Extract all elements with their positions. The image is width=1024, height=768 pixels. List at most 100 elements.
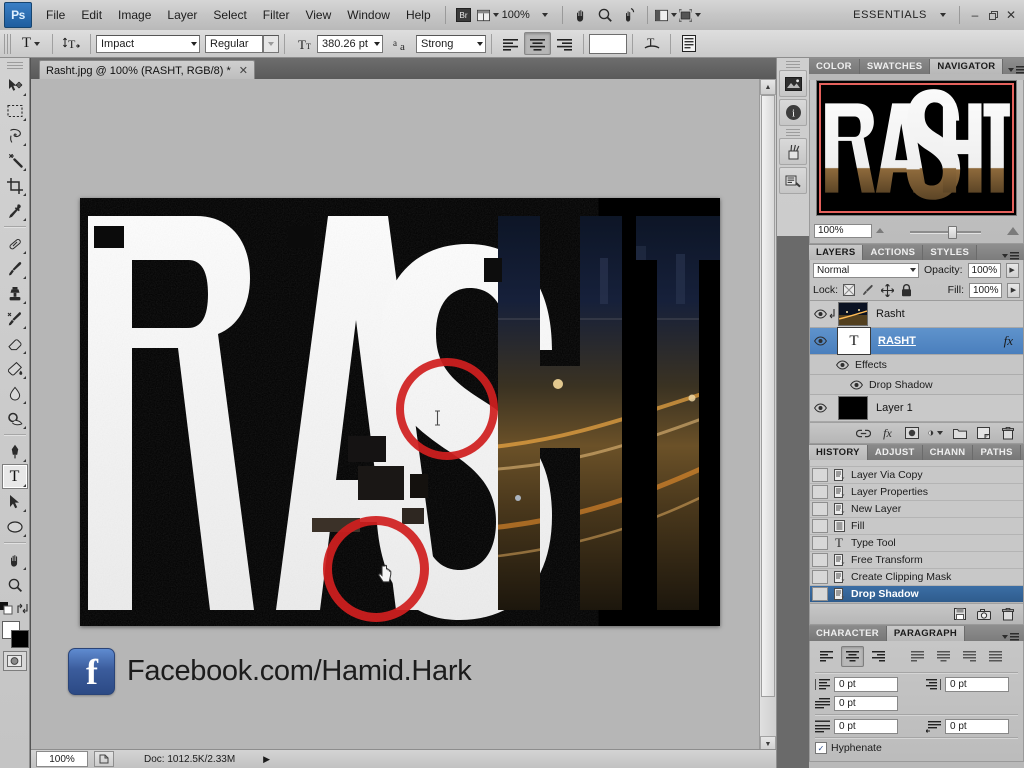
workspace-dropdown[interactable] xyxy=(930,5,952,25)
panel-menu-icon[interactable] xyxy=(997,252,1024,260)
navigator-view-box[interactable] xyxy=(819,83,1014,213)
tab-styles[interactable]: STYLES xyxy=(923,245,978,260)
delete-layer-icon[interactable] xyxy=(1000,426,1015,441)
tool-clone-stamp[interactable] xyxy=(2,281,28,306)
tool-magic-wand[interactable] xyxy=(2,148,28,173)
scroll-up-arrow[interactable]: ▲ xyxy=(760,79,776,95)
info-icon[interactable]: i xyxy=(779,99,807,126)
indent-left-field[interactable]: 0 pt xyxy=(834,677,898,692)
fill-stepper[interactable]: ▶ xyxy=(1007,282,1020,298)
create-document-from-state-icon[interactable] xyxy=(952,607,967,622)
minimize-button[interactable]: – xyxy=(966,6,984,24)
menubar-zoom-dropdown[interactable] xyxy=(533,5,555,25)
font-size-select[interactable]: 380.26 pt xyxy=(317,34,383,53)
layer-effect-drop-shadow-row[interactable]: Drop Shadow xyxy=(810,375,1023,395)
tab-actions[interactable]: ACTIONS xyxy=(863,245,924,260)
justify-last-left-button[interactable] xyxy=(906,646,929,667)
align-text-right-button[interactable] xyxy=(551,32,578,55)
layer-row-rasht-text[interactable]: T RASHT fx xyxy=(810,327,1023,355)
rail-grip[interactable] xyxy=(786,61,800,68)
align-center-button[interactable] xyxy=(841,646,864,667)
layer-effects-row[interactable]: Effects xyxy=(810,355,1023,375)
panel-menu-icon[interactable] xyxy=(997,633,1024,641)
text-color-swatch[interactable] xyxy=(589,33,627,54)
zoom-in-icon[interactable] xyxy=(1007,226,1019,235)
opacity-field[interactable]: 100% xyxy=(967,262,1001,278)
status-zoom-field[interactable]: 100% xyxy=(36,751,88,767)
canvas-vertical-scrollbar[interactable]: ▲ ▼ xyxy=(759,79,776,752)
tool-path-selection[interactable] xyxy=(2,489,28,514)
new-fill-adjustment-layer-icon[interactable] xyxy=(928,426,943,441)
opacity-stepper[interactable]: ▶ xyxy=(1005,262,1019,278)
layer-visibility-icon[interactable] xyxy=(812,399,828,417)
menu-select[interactable]: Select xyxy=(205,4,254,26)
layer-thumbnail[interactable]: T xyxy=(837,327,871,355)
justify-last-right-button[interactable] xyxy=(958,646,981,667)
history-state-toggle[interactable] xyxy=(812,468,828,482)
tool-dodge[interactable] xyxy=(2,406,28,431)
navigator-zoom-field[interactable]: 100% xyxy=(814,223,872,238)
layer-name[interactable]: Rasht xyxy=(876,308,905,320)
drop-shadow-visibility-icon[interactable] xyxy=(848,376,864,394)
zoom-tool-icon[interactable] xyxy=(594,5,616,25)
lock-image-pixels-icon[interactable] xyxy=(862,284,874,296)
options-bar-grip[interactable] xyxy=(4,33,11,54)
lock-transparent-pixels-icon[interactable] xyxy=(843,284,856,296)
font-style-dropdown-arrow[interactable] xyxy=(263,34,279,53)
fill-field[interactable]: 100% xyxy=(969,282,1002,298)
layer-row-layer-1[interactable]: Layer 1 xyxy=(810,395,1023,422)
link-layers-icon[interactable] xyxy=(856,426,871,441)
tool-crop[interactable] xyxy=(2,173,28,198)
tools-panel-grip[interactable] xyxy=(6,62,23,70)
font-family-select[interactable]: Impact xyxy=(96,34,200,53)
tool-eraser[interactable] xyxy=(2,331,28,356)
panel-menu-icon[interactable] xyxy=(1003,66,1024,74)
tab-adjustments[interactable]: ADJUST xyxy=(867,445,923,460)
tool-horizontal-type[interactable]: T xyxy=(1,464,28,489)
lock-all-icon[interactable] xyxy=(901,283,912,297)
mini-bridge-icon[interactable] xyxy=(779,70,807,97)
artboard[interactable] xyxy=(80,198,720,626)
align-text-left-button[interactable] xyxy=(497,32,524,55)
tab-navigator[interactable]: NAVIGATOR xyxy=(930,59,1004,74)
tool-move[interactable] xyxy=(2,73,28,98)
tool-blur[interactable] xyxy=(2,381,28,406)
tab-history[interactable]: HISTORY xyxy=(809,445,868,460)
canvas-viewport[interactable]: f Facebook.com/Hamid.Hark xyxy=(31,79,760,752)
history-item[interactable]: T Type Tool xyxy=(810,535,1023,552)
anti-alias-select[interactable]: Strong xyxy=(416,34,486,53)
history-state-toggle[interactable] xyxy=(812,553,828,567)
history-item-selected[interactable]: Drop Shadow xyxy=(810,586,1023,603)
tool-hand[interactable] xyxy=(2,547,28,572)
hand-tool-icon[interactable] xyxy=(570,5,592,25)
layer-row-rasht-image[interactable]: Rasht xyxy=(810,301,1023,328)
view-extras-icon[interactable] xyxy=(678,5,701,25)
tool-lasso[interactable] xyxy=(2,123,28,148)
tool-pen[interactable] xyxy=(2,439,28,464)
justify-last-centered-button[interactable] xyxy=(932,646,955,667)
tab-paths[interactable]: PATHS xyxy=(973,445,1021,460)
space-after-field[interactable]: 0 pt xyxy=(945,719,1009,734)
bridge-icon[interactable]: Br xyxy=(453,5,475,25)
tab-layers[interactable]: LAYERS xyxy=(809,245,864,260)
toggle-text-orientation-icon[interactable]: T xyxy=(58,32,85,55)
history-item[interactable]: Create Clipping Mask xyxy=(810,569,1023,586)
brush-presets-icon[interactable] xyxy=(779,167,807,194)
rail-grip-2[interactable] xyxy=(786,129,800,136)
default-colors-icon[interactable] xyxy=(0,602,13,615)
navigator-zoom-slider[interactable] xyxy=(888,225,1003,239)
lock-position-icon[interactable] xyxy=(881,283,895,297)
create-warped-text-button[interactable]: T xyxy=(638,32,665,55)
restore-button[interactable] xyxy=(984,6,1002,24)
screen-mode-icon[interactable] xyxy=(654,5,677,25)
history-item[interactable]: New Layer xyxy=(810,501,1023,518)
history-state-toggle[interactable] xyxy=(812,519,828,533)
tool-eyedropper[interactable] xyxy=(2,198,28,223)
status-resize-icon[interactable] xyxy=(94,751,114,767)
tab-swatches[interactable]: SWATCHES xyxy=(859,59,931,74)
justify-all-button[interactable] xyxy=(984,646,1007,667)
workspace-label[interactable]: ESSENTIALS xyxy=(853,9,929,21)
tool-rectangular-marquee[interactable] xyxy=(2,98,28,123)
tool-brush[interactable] xyxy=(2,256,28,281)
history-item[interactable]: Fill xyxy=(810,518,1023,535)
